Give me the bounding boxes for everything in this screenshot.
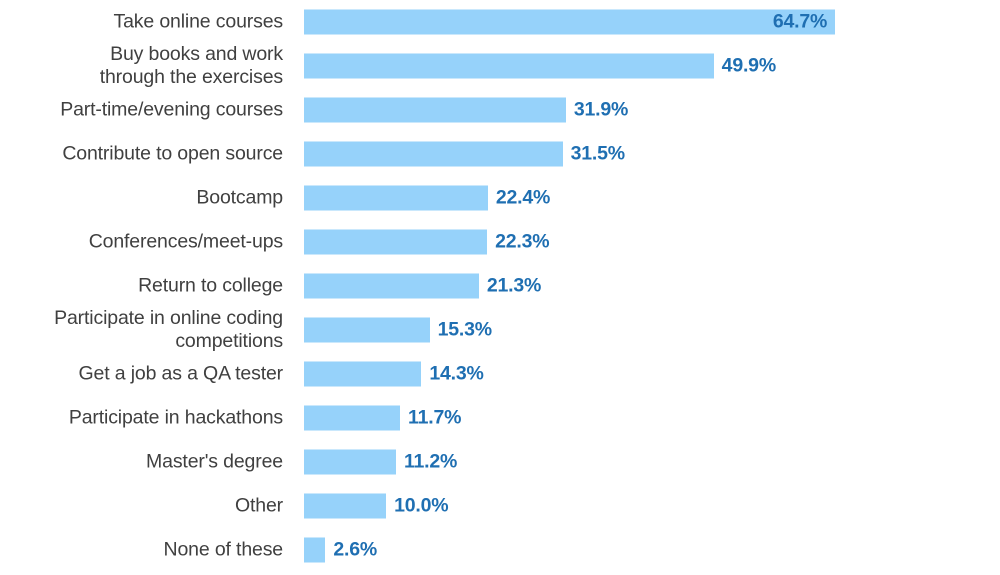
- bar-container: 10.0%: [304, 493, 449, 519]
- bar-value-label: 2.6%: [333, 538, 377, 561]
- bar-row: Master's degree 11.2%: [0, 440, 1000, 484]
- bar-container: 49.9%: [304, 53, 776, 79]
- bar-row: Return to college 21.3%: [0, 264, 1000, 308]
- bar-container: 64.7%: [304, 9, 836, 35]
- category-label: Conferences/meet-ups: [88, 230, 283, 253]
- bar[interactable]: [304, 449, 396, 475]
- bar-value-label: 15.3%: [437, 318, 492, 341]
- bar-row: Get a job as a QA tester 14.3%: [0, 352, 1000, 396]
- bar[interactable]: [304, 361, 422, 387]
- bar-container: 14.3%: [304, 361, 484, 387]
- bar-row: Participate in online coding competition…: [0, 307, 1000, 352]
- bar-row: Participate in hackathons 11.7%: [0, 396, 1000, 440]
- bar[interactable]: [304, 97, 566, 123]
- bar[interactable]: [304, 229, 488, 255]
- bar-container: 31.9%: [304, 97, 629, 123]
- bar-container: 22.3%: [304, 229, 550, 255]
- bar-value-label: 31.5%: [570, 142, 625, 165]
- bar-row: Contribute to open source 31.5%: [0, 132, 1000, 176]
- bar-row: Buy books and work through the exercises…: [0, 43, 1000, 88]
- category-label: Get a job as a QA tester: [78, 362, 283, 385]
- bar-value-label: 14.3%: [429, 362, 484, 385]
- bar-container: 21.3%: [304, 273, 542, 299]
- bar[interactable]: [304, 405, 401, 431]
- category-label: Return to college: [138, 274, 283, 297]
- category-label: Contribute to open source: [62, 142, 283, 165]
- bar-value-label: 31.9%: [573, 98, 629, 121]
- category-label: Part-time/evening courses: [60, 98, 283, 121]
- bar-value-label: 11.2%: [403, 450, 458, 473]
- bar-row: Bootcamp 22.4%: [0, 176, 1000, 220]
- bar[interactable]: [304, 317, 430, 343]
- bar[interactable]: [304, 9, 836, 35]
- bar-row: Conferences/meet-ups 22.3%: [0, 220, 1000, 264]
- bar-value-label: 11.7%: [408, 406, 462, 429]
- bar-container: 15.3%: [304, 317, 492, 343]
- category-label: Other: [234, 494, 283, 517]
- bar-value-label: 22.4%: [495, 186, 551, 209]
- bar[interactable]: [304, 493, 387, 519]
- bar[interactable]: [304, 537, 326, 563]
- bar-value-label: 21.3%: [486, 274, 542, 297]
- bar-chart: Take online courses 64.7% Buy books and wo…: [0, 0, 1000, 575]
- bar-row: Part-time/evening courses 31.9%: [0, 88, 1000, 132]
- bar-container: 22.4%: [304, 185, 551, 211]
- category-label: Take online courses: [113, 10, 284, 33]
- bar[interactable]: [304, 53, 714, 79]
- category-label: Participate in online coding competition…: [54, 307, 283, 352]
- bar-container: 11.7%: [304, 405, 462, 431]
- bar-container: 2.6%: [304, 537, 377, 563]
- category-label: Buy books and work through the exercises: [99, 43, 283, 88]
- bar-value-label: 49.9%: [721, 54, 776, 77]
- bar-row: Other 10.0%: [0, 484, 1000, 528]
- category-label: None of these: [163, 538, 284, 561]
- bar-value-label: 10.0%: [394, 494, 449, 517]
- bar[interactable]: [304, 141, 563, 167]
- category-label: Participate in hackathons: [68, 406, 283, 429]
- bar-container: 11.2%: [304, 449, 458, 475]
- bar[interactable]: [304, 273, 479, 299]
- bar-row: None of these 2.6%: [0, 528, 1000, 572]
- bar-value-label: 22.3%: [495, 230, 550, 253]
- bar-value-label: 64.7%: [772, 10, 828, 33]
- category-label: Bootcamp: [196, 186, 283, 209]
- bar-row: Take online courses 64.7%: [0, 0, 1000, 44]
- category-label: Master's degree: [146, 450, 283, 473]
- bar[interactable]: [304, 185, 488, 211]
- bar-container: 31.5%: [304, 141, 625, 167]
